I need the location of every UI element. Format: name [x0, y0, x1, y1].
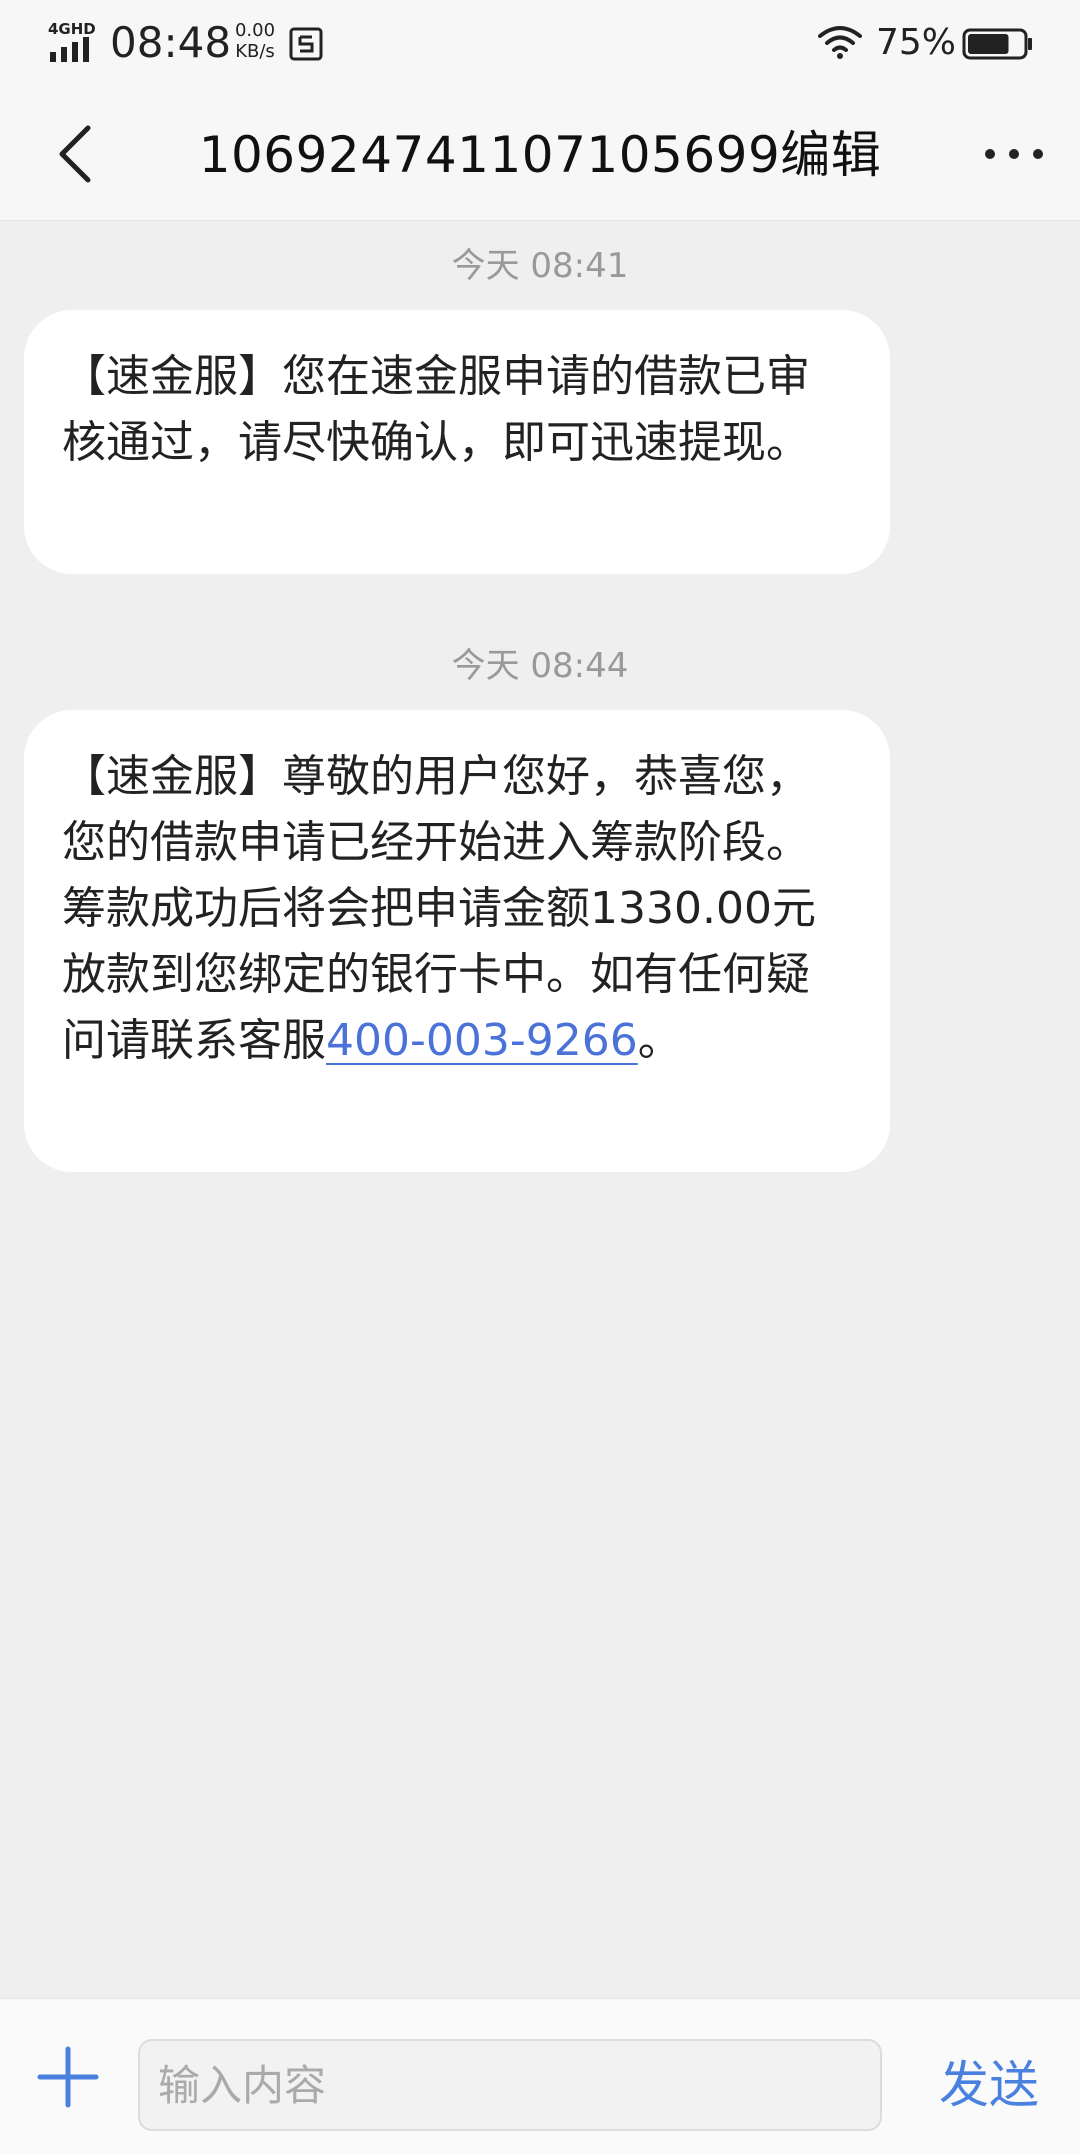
message-bubble[interactable]: 【速金服】您在速金服申请的借款已审核通过，请尽快确认，即可迅速提现。	[24, 310, 890, 574]
battery-percent: 75%	[876, 22, 957, 63]
battery-icon	[962, 28, 1032, 60]
message-timestamp: 今天 08:44	[451, 646, 629, 686]
phone-number-link[interactable]: 400-003-9266	[326, 1015, 638, 1066]
network-label: 4GHD	[48, 20, 96, 38]
compose-bar: 发送	[0, 1998, 1080, 2154]
signal-icon: 4GHD	[48, 20, 96, 62]
message-input[interactable]	[138, 2039, 882, 2131]
more-horizontal-icon	[985, 149, 1043, 159]
more-button[interactable]	[976, 126, 1052, 182]
message-text-suffix: 。	[637, 1015, 682, 1066]
plus-icon	[37, 2046, 99, 2108]
conversation-header: 1069247411071056​99编辑	[0, 90, 1080, 221]
network-speed-unit: KB/s	[235, 41, 275, 62]
status-bar: 4GHD 08:48 0.00 KB/s 75%	[0, 0, 1080, 90]
message-timestamp: 今天 08:41	[451, 246, 629, 286]
wifi-icon	[818, 26, 862, 59]
send-button[interactable]: 发送	[924, 2045, 1054, 2125]
contact-title: 1069247411071056​99编辑	[198, 126, 882, 184]
message-text: 【速金服】您在速金服申请的借款已审核通过，请尽快确认，即可迅速提现。	[62, 351, 810, 468]
message-bubble[interactable]: 【速金服】尊敬的用户您好，恭喜您，您的借款申请已经开始进入筹款阶段。筹款成功后将…	[24, 710, 890, 1172]
clock: 08:48	[110, 18, 232, 67]
add-button[interactable]	[36, 2045, 100, 2109]
network-speed-value: 0.00	[234, 20, 276, 41]
sim-icon	[289, 27, 323, 61]
back-button[interactable]	[40, 116, 116, 192]
messaging-screen: 4GHD 08:48 0.00 KB/s 75% 106924741107105…	[0, 0, 1080, 2154]
chevron-left-icon	[59, 125, 91, 183]
network-speed: 0.00 KB/s	[230, 20, 280, 62]
